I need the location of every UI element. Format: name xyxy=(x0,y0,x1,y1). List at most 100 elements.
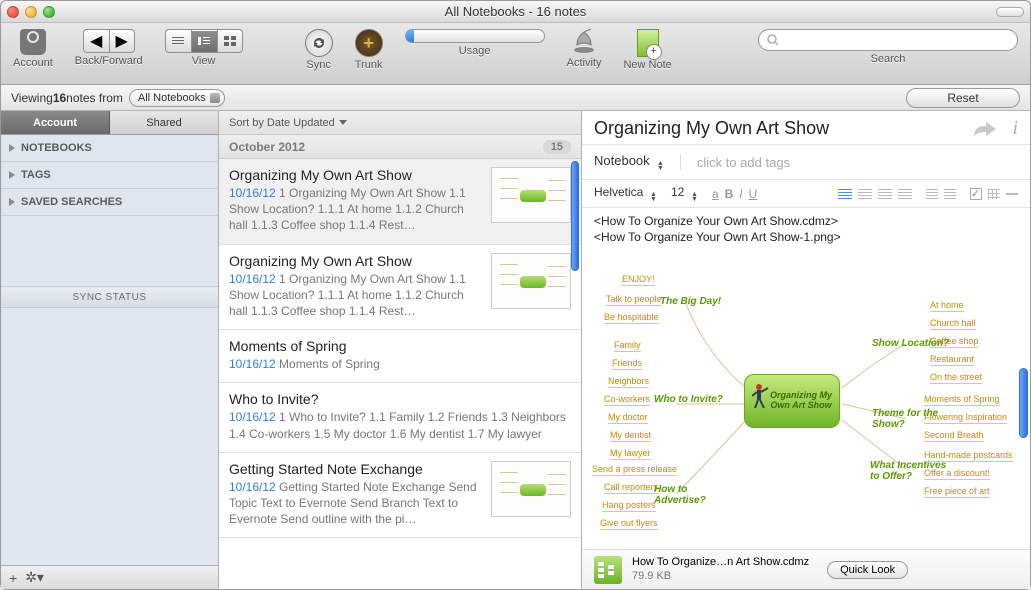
note-thumbnail xyxy=(491,461,571,517)
activity-label: Activity xyxy=(567,57,602,69)
view-snippet-button[interactable] xyxy=(191,29,217,53)
note-list: Sort by Date Updated October 2012 15 Org… xyxy=(219,111,582,589)
disclosure-icon xyxy=(9,198,15,206)
file-icon xyxy=(594,556,622,584)
filter-prefix: Viewing xyxy=(11,91,53,105)
view-list-button[interactable] xyxy=(165,29,191,53)
usage-meter[interactable] xyxy=(405,29,545,43)
view-label: View xyxy=(192,55,216,67)
italic-button[interactable]: I xyxy=(739,187,742,201)
notebook-selector[interactable]: Notebook ▲▼ xyxy=(594,153,664,171)
chevron-down-icon xyxy=(339,120,347,125)
align-center-button[interactable] xyxy=(858,189,872,199)
newnote-label: New Note xyxy=(623,59,671,71)
account-icon[interactable] xyxy=(20,29,46,55)
attachment-bar: How To Organize…n Art Show.cdmz 79.9 KB … xyxy=(582,549,1030,589)
size-selector[interactable]: 12 ▲▼ xyxy=(671,185,698,202)
hr-button[interactable] xyxy=(1006,193,1018,195)
note-title[interactable]: Organizing My Own Art Show xyxy=(594,118,962,139)
tags-input[interactable]: click to add tags xyxy=(697,155,790,170)
search-input[interactable] xyxy=(758,29,1018,51)
underline-button[interactable]: U xyxy=(749,187,758,201)
titlebar: All Notebooks - 16 notes xyxy=(1,1,1030,23)
gear-icon[interactable]: ✲▾ xyxy=(25,569,44,586)
font-selector[interactable]: Helvetica ▲▼ xyxy=(594,185,657,202)
note-card[interactable]: Organizing My Own Art Show 10/16/12 1 Org… xyxy=(219,245,581,331)
note-card-title: Getting Started Note Exchange xyxy=(229,461,483,477)
filter-count: 16 xyxy=(53,91,66,105)
disclosure-icon xyxy=(9,144,15,152)
table-button[interactable] xyxy=(988,189,1000,199)
forward-button[interactable]: ▶ xyxy=(109,29,135,53)
new-note-button[interactable] xyxy=(637,29,659,57)
note-card-snippet: 10/16/12 1 Organizing My Own Art Show 1.… xyxy=(229,271,483,320)
filter-mid: notes from xyxy=(66,91,123,105)
attachment-size: 79.9 KB xyxy=(632,570,809,583)
font-color-button[interactable]: a xyxy=(712,187,719,201)
bold-button[interactable]: B xyxy=(725,187,734,201)
back-forward-segment: ◀ ▶ xyxy=(83,29,135,53)
reset-button[interactable]: Reset xyxy=(906,88,1020,108)
align-right-button[interactable] xyxy=(878,189,892,199)
checkbox-button[interactable] xyxy=(970,188,982,200)
trunk-label: Trunk xyxy=(355,59,383,71)
month-header: October 2012 15 xyxy=(219,135,581,159)
tab-shared[interactable]: Shared xyxy=(110,111,218,134)
align-justify-button[interactable] xyxy=(898,189,912,199)
sidebar-tags[interactable]: TAGS xyxy=(1,162,218,189)
file-reference: <How To Organize Your Own Art Show-1.png… xyxy=(594,230,1018,244)
add-button[interactable]: + xyxy=(9,570,17,586)
note-view: Organizing My Own Art Show i Notebook ▲▼… xyxy=(582,111,1030,589)
trunk-button[interactable]: + xyxy=(355,29,383,57)
scrollbar-thumb[interactable] xyxy=(571,161,579,271)
note-body[interactable]: <How To Organize Your Own Art Show.cdmz>… xyxy=(582,208,1030,549)
file-reference: <How To Organize Your Own Art Show.cdmz> xyxy=(594,214,1018,228)
scrollbar-thumb[interactable] xyxy=(1019,368,1028,438)
sidebar: Account Shared NOTEBOOKS TAGS SAVED SEAR… xyxy=(1,111,219,589)
sync-label: Sync xyxy=(306,59,330,71)
note-thumbnail xyxy=(491,253,571,309)
tab-account[interactable]: Account xyxy=(1,111,110,134)
align-left-button[interactable] xyxy=(838,189,852,199)
view-card-button[interactable] xyxy=(217,29,243,53)
note-card-snippet: 10/16/12 Getting Started Note Exchange S… xyxy=(229,479,483,528)
search-icon xyxy=(767,34,779,46)
view-segment xyxy=(165,29,243,53)
sync-status-header[interactable]: SYNC STATUS xyxy=(1,286,218,308)
sidebar-saved-searches[interactable]: SAVED SEARCHES xyxy=(1,189,218,216)
attachment-name: How To Organize…n Art Show.cdmz xyxy=(632,556,809,569)
disclosure-icon xyxy=(9,171,15,179)
note-card-snippet: 10/16/12 1 Organizing My Own Art Show 1.… xyxy=(229,185,483,234)
number-list-button[interactable] xyxy=(944,189,956,199)
info-icon[interactable]: i xyxy=(1012,117,1018,140)
back-button[interactable]: ◀ xyxy=(83,29,109,53)
note-thumbnail xyxy=(491,167,571,223)
mindmap-diagram: Organizing My Own Art Show The Big Day! … xyxy=(594,254,1018,549)
note-card[interactable]: Moments of Spring 10/16/12 Moments of Spr… xyxy=(219,330,581,383)
usage-label: Usage xyxy=(459,45,491,57)
window-title: All Notebooks - 16 notes xyxy=(1,4,1030,19)
note-card[interactable]: Who to Invite? 10/16/12 1 Who to Invite? … xyxy=(219,383,581,452)
search-label: Search xyxy=(871,53,906,65)
note-card-snippet: 10/16/12 Moments of Spring xyxy=(229,356,571,372)
sync-button[interactable] xyxy=(305,29,333,57)
share-icon[interactable] xyxy=(972,120,998,138)
quick-look-button[interactable]: Quick Look xyxy=(827,561,908,579)
month-count-badge: 15 xyxy=(543,140,571,154)
sort-menu[interactable]: Sort by Date Updated xyxy=(219,111,581,135)
filter-bar: Viewing 16 notes from All Notebooks Rese… xyxy=(1,85,1030,111)
activity-button[interactable] xyxy=(571,29,597,55)
bullet-list-button[interactable] xyxy=(926,189,938,199)
format-bar: Helvetica ▲▼ 12 ▲▼ a B I U xyxy=(582,180,1030,208)
backforward-label: Back/Forward xyxy=(75,55,143,67)
note-card[interactable]: Getting Started Note Exchange 10/16/12 Ge… xyxy=(219,453,581,539)
note-card[interactable]: Organizing My Own Art Show 10/16/12 1 Org… xyxy=(219,159,581,245)
sidebar-notebooks[interactable]: NOTEBOOKS xyxy=(1,135,218,162)
note-card-title: Who to Invite? xyxy=(229,391,571,407)
notebook-filter-combo[interactable]: All Notebooks xyxy=(129,89,225,107)
note-card-title: Moments of Spring xyxy=(229,338,571,354)
toolbar: Account ◀ ▶ Back/Forward View Sync + Tru… xyxy=(1,23,1030,85)
note-card-title: Organizing My Own Art Show xyxy=(229,253,483,269)
note-card-snippet: 10/16/12 1 Who to Invite? 1.1 Family 1.2… xyxy=(229,409,571,441)
note-card-title: Organizing My Own Art Show xyxy=(229,167,483,183)
